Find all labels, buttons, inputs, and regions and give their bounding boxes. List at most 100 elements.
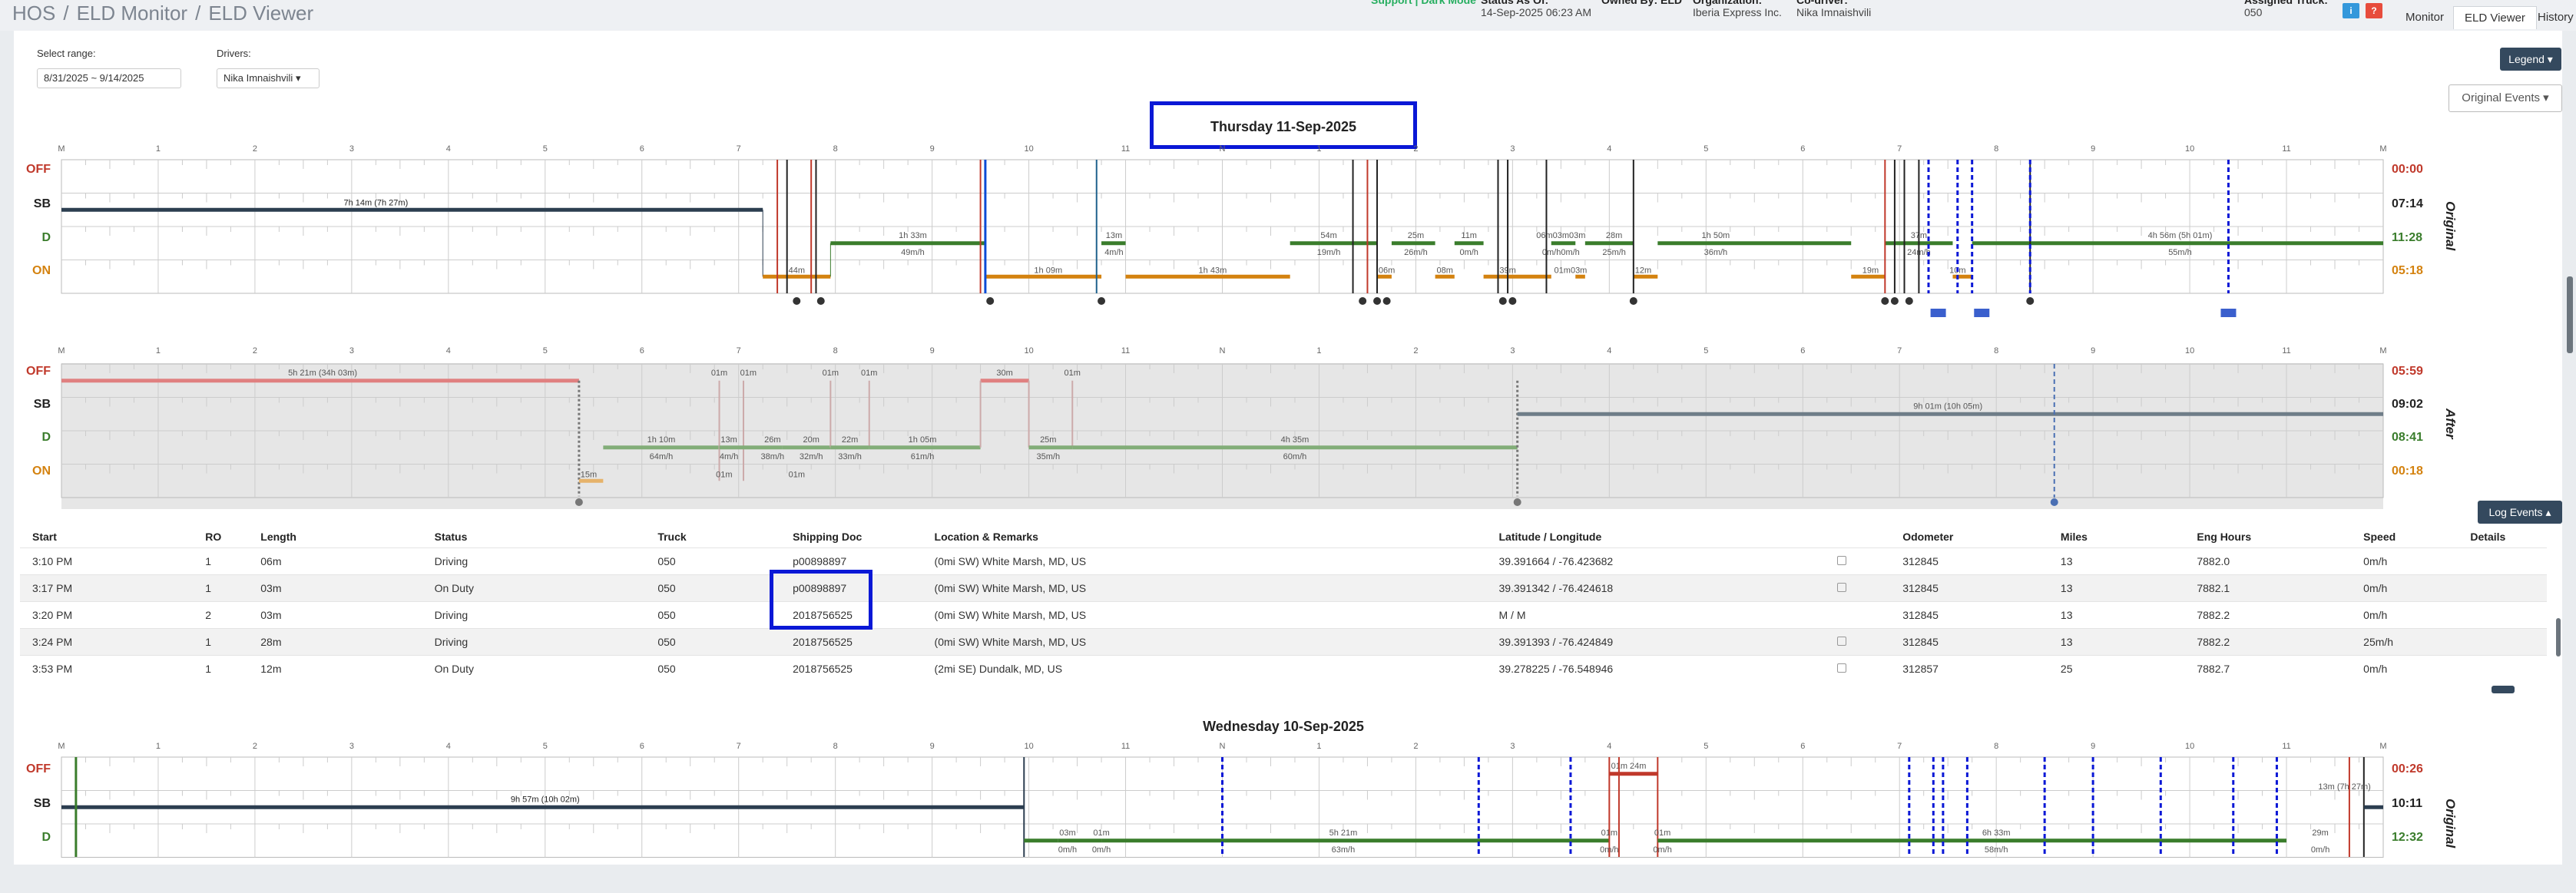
segment-label: 03m (1059, 829, 1075, 838)
cell-speed: 25m/h (2351, 627, 2458, 655)
row-label-on: ON (32, 264, 51, 277)
event-marker-icon (2050, 498, 2058, 506)
chevron-up-icon: ▴ (2545, 506, 2551, 518)
table-row[interactable]: 3:10 PM 1 06m Driving 050 p00898897 (0mi SW) W… (20, 547, 2547, 574)
hour-label: 4 (1607, 742, 1611, 751)
hour-label: 8 (833, 742, 838, 751)
column-header[interactable]: Location & Remarks (922, 526, 1487, 547)
total-d-day2: 12:32 (2392, 831, 2423, 844)
table-scroll-button[interactable] (2492, 686, 2515, 693)
hour-label: 4 (1607, 346, 1611, 356)
original-log-grid[interactable]: M 1 2 3 4 5 6 7 8 9 10 11 N 1 2 3 4 5 6 7 8 9 10 11 M 7h 14m (7h … (58, 142, 2387, 317)
table-row[interactable]: 3:53 PM 1 12m On Duty 050 2018756525 (2mi SE) … (20, 654, 2547, 682)
table-row[interactable]: 3:24 PM 1 28m Driving 050 2018756525 (0mi SW) … (20, 627, 2547, 655)
cell-start: 3:20 PM (20, 600, 194, 628)
event-marker-icon (1498, 297, 1507, 305)
column-header[interactable]: Speed (2351, 526, 2458, 547)
column-header[interactable]: Shipping Doc (780, 526, 922, 547)
support-text[interactable]: Support | Dark Mode (1371, 0, 1476, 6)
column-header[interactable]: Odometer (1890, 526, 2048, 547)
copy-icon[interactable] (1837, 663, 1846, 673)
table-row[interactable]: 3:20 PM 2 03m Driving 050 2018756525 (0mi SW) … (20, 600, 2547, 628)
original-events-dropdown[interactable]: Original Events ▾ (2449, 84, 2562, 112)
hour-label: 5 (1704, 144, 1708, 154)
tab-eld-viewer[interactable]: ELD Viewer (2453, 6, 2537, 29)
segment-label: 01m (1093, 829, 1109, 838)
copy-icon[interactable] (1837, 636, 1846, 646)
event-marker-icon (793, 297, 801, 305)
segment-label: 33m/h (838, 452, 862, 461)
column-header[interactable]: Latitude / Longitude (1487, 526, 1826, 547)
log-events-button[interactable]: Log Events ▴ (2478, 501, 2562, 524)
hour-label: 11 (1121, 346, 1130, 356)
log-events-table: Start RO Length Status Truck Shipping Doc Loca… (20, 526, 2547, 682)
cell-ro: 2 (193, 600, 249, 628)
details-cell (2458, 574, 2547, 601)
column-header[interactable]: Status (422, 526, 646, 547)
day2-log-grid[interactable]: M 1 2 3 4 5 6 7 8 9 10 11 N 1 2 3 4 5 6 7 8 9 10 11 M 9h 57m (10h… (58, 742, 2387, 858)
cell-status: On Duty (422, 574, 646, 601)
segment-label: 4h 56m (5h 01m) (2148, 231, 2213, 240)
chevron-down-icon: ▾ (2547, 53, 2553, 65)
column-header[interactable]: RO (193, 526, 248, 547)
legend-button[interactable]: Legend ▾ (2500, 48, 2561, 71)
column-header[interactable]: Start (20, 526, 193, 547)
hour-label: 4 (446, 742, 451, 751)
cell-loc: (2mi SE) Dundalk, MD, US (922, 654, 1487, 682)
status-date: 14-Sep-2025 06:23 AM (1481, 6, 1591, 18)
cell-length: 06m (248, 547, 422, 574)
column-header[interactable]: Miles (2048, 526, 2184, 547)
hour-label: 8 (1994, 144, 1998, 154)
row-label-on-after: ON (32, 465, 51, 478)
driver-select[interactable]: Nika Imnaishvili ▾ (217, 68, 320, 88)
hour-label: 1 (1316, 742, 1321, 751)
hour-label: 1 (156, 742, 161, 751)
date-range-input[interactable]: 8/31/2025 ~ 9/14/2025 (37, 68, 181, 88)
details-cell (2458, 654, 2547, 682)
segment-label: 13m (720, 435, 737, 445)
segment-label: 64m/h (650, 452, 674, 461)
segment-label: 6h 33m (1982, 829, 2011, 838)
hour-label: 3 (1510, 144, 1515, 154)
segment-label: 36m/h (1704, 248, 1728, 257)
row-label-off: OFF (26, 163, 51, 176)
row-label-d: D (41, 231, 51, 244)
copy-icon[interactable] (1837, 555, 1846, 565)
column-header[interactable] (1825, 526, 1890, 547)
cell-length: 03m (248, 574, 422, 601)
tab-history[interactable]: History (2527, 6, 2576, 29)
table-row[interactable]: 3:17 PM 1 03m On Duty 050 p00898897 (0mi SW) W… (20, 574, 2547, 601)
hour-label: 4 (446, 346, 451, 356)
help-icon[interactable]: ? (2366, 3, 2382, 18)
table-scrollbar[interactable] (2556, 618, 2561, 657)
hour-label: 11 (1121, 742, 1130, 751)
cell-speed: 0m/h (2351, 654, 2458, 682)
hour-label: 6 (1800, 346, 1805, 356)
breadcrumb-eld-monitor[interactable]: ELD Monitor (77, 2, 188, 25)
total-on-original: 05:18 (2392, 264, 2423, 277)
segment-label: 29m (2312, 829, 2328, 838)
segment-label: 06m (1379, 266, 1395, 275)
event-marker-icon (1513, 498, 1521, 506)
column-header[interactable]: Length (248, 526, 422, 547)
after-log-grid[interactable]: M 1 2 3 4 5 6 7 8 9 10 11 N 1 2 3 4 5 6 7 8 9 10 11 M 5h 21m (34h… (58, 344, 2387, 517)
row-label-sb: SB (33, 197, 51, 210)
total-off-original: 00:00 (2392, 163, 2423, 176)
details-cell (2458, 627, 2547, 655)
column-header[interactable]: Eng Hours (2184, 526, 2351, 547)
tab-monitor[interactable]: Monitor (2395, 6, 2455, 29)
column-header[interactable]: Truck (645, 526, 780, 547)
segment-label: 5h 21m (1329, 829, 1358, 838)
hour-label: 9 (2091, 144, 2095, 154)
column-header[interactable]: Details (2458, 526, 2547, 547)
segment-label: 0m/h (2311, 845, 2329, 855)
hour-label: 1 (156, 346, 161, 356)
row-label-d-after: D (41, 431, 51, 444)
page-scrollbar[interactable] (2567, 276, 2573, 353)
info-icon[interactable]: i (2343, 3, 2359, 18)
hour-label: 3 (349, 144, 354, 154)
hour-label: 10 (2185, 144, 2194, 154)
breadcrumb-hos[interactable]: HOS (12, 2, 55, 25)
copy-icon[interactable] (1837, 582, 1846, 592)
total-off-day2: 00:26 (2392, 762, 2423, 776)
